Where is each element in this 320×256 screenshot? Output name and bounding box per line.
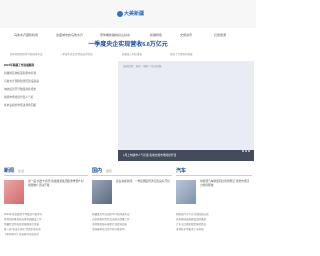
section-auto: 汽车 新能源汽车销量同比增长明显 消费市场活力持续释放 新能源汽车下乡活动陆续启… [176,167,252,256]
sublink[interactable]: 国务院国资委举行新闻发布会 [10,51,43,59]
logo-icon [117,11,123,17]
feature-headline[interactable]: 第一届“新出乡游乐”新疆旅游集团旅游季暨乡村旅游推介活动开幕 [28,180,86,188]
list-item[interactable]: 多款新车型集中上市亮相 [176,227,252,232]
logo-text: 大美新疆 [124,11,145,17]
main-nav: 乌鲁木齐国际机场 这座城市的乌鲁木齐 带你看新疆的好山好水 新疆特色 文旅资讯 … [0,30,256,40]
news-thumbnail[interactable] [92,180,112,204]
news-list: 2024年春播工作进展顺利 新疆棉花种植面积稳中有增 乌鲁木齐国际陆港区建设提速… [4,62,114,110]
feature-headline[interactable]: 总台央视新闻：一季度国民经济实现良好开局 [116,180,170,184]
list-item[interactable]: 【新闻特写】各族群众欢度佳节 [4,232,88,237]
list-item[interactable]: 新疆棉花种植面积稳中有增 [4,70,114,78]
news-thumbnail[interactable] [176,180,196,204]
section-title[interactable]: 汽车 [176,167,186,176]
sublink[interactable]: 带动上下游协同发展 [170,51,193,59]
sublink[interactable]: 一季度中央企业经济运行情况 [60,51,93,59]
nav-item[interactable]: 乌鲁木齐国际机场 [14,30,38,40]
section-header: 新闻 生活 [4,167,88,176]
news-lines: 新能源汽车下乡活动陆续启动 充电基础设施建设加快推进 汽车以旧换新政策落地见效 … [176,212,252,232]
banner-caption-text: 1月上旬我市人气旺盛 各地文旅市场持续升温 [123,154,177,157]
feature-headline[interactable]: 新能源汽车销量同比增长明显 消费市场活力持续释放 [200,180,250,188]
nav-item[interactable]: 这座城市的乌鲁木齐 [56,30,83,40]
headline[interactable]: 一季度央企实现营收6.8万亿元 [0,41,256,50]
section-domestic-intl: 国内 国际 总台央视新闻：一季度国民经济实现良好开局 新疆维吾尔自治区举行新闻发… [92,167,172,256]
section-header: 国内 国际 [92,167,172,176]
news-lines: 2024年首批旅游专列抵达乌鲁木齐 各地加快推进高标准农田建设工作 新疆打造特色… [4,212,88,237]
list-item[interactable]: 2024年春播工作进展顺利 [4,62,114,70]
section-news-life: 新闻 生活 第一届“新出乡游乐”新疆旅游集团旅游季暨乡村旅游推介活动开幕 202… [4,167,88,256]
site-logo[interactable]: 大美新疆 [117,9,144,21]
list-item[interactable]: 中欧班列开行数量持续增长 [4,86,114,94]
banner-caption: 1月上旬我市人气旺盛 各地文旅市场持续升温 [118,150,254,161]
list-item[interactable]: 全国春季农业生产有序推进中 [92,227,172,232]
sublink[interactable]: 研发投入同比增长 [122,51,142,59]
section-subtitle[interactable]: 国际 [106,167,112,176]
nav-item[interactable]: 新疆特色 [150,30,162,40]
list-item[interactable]: 各地多措并举促进消费回暖 [4,102,114,110]
list-item[interactable]: 乌鲁木齐国际陆港区建设提速 [4,78,114,86]
section-title[interactable]: 新闻 [4,167,14,176]
section-title[interactable]: 国内 [92,167,102,176]
headline-sublinks: 国务院国资委举行新闻发布会 一季度中央企业经济运行情况 研发投入同比增长 带动上… [0,51,256,59]
list-item[interactable]: 旅游市场持续升温人气旺 [4,94,114,102]
feature-banner[interactable]: 当前位置：首页 > 国际 > 热点新闻 1月上旬我市人气旺盛 各地文旅市场持续升… [118,61,254,161]
news-thumbnail[interactable] [4,180,24,204]
news-lines: 新疆维吾尔自治区举行新闻发布会 自治区政府常务会议研究部署工作 多地推进城市更新… [92,212,172,232]
top-strip: 大美新疆 [0,0,256,28]
carousel-dots[interactable] [241,139,250,157]
carousel-dot[interactable] [245,150,247,152]
carousel-dot[interactable] [248,150,250,152]
nav-item[interactable]: 带你看新疆的好山好水 [100,30,130,40]
section-subtitle[interactable]: 生活 [18,167,24,176]
breadcrumb: 当前位置：首页 > 国际 > 热点新闻 [123,65,162,68]
carousel-dot[interactable] [242,150,244,152]
section-header: 汽车 [176,167,252,176]
nav-item[interactable]: 文旅资讯 [180,30,192,40]
nav-item[interactable]: 红色旅游 [214,30,226,40]
